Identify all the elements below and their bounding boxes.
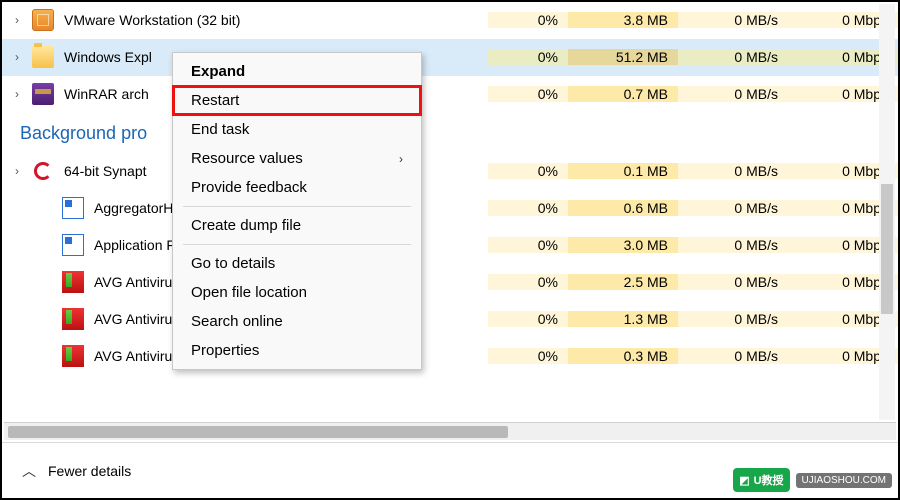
process-row[interactable]: ›Windows Expl0%51.2 MB0 MB/s0 Mbps — [2, 39, 898, 76]
horizontal-scroll-thumb[interactable] — [8, 426, 508, 438]
menu-item-create-dump-file[interactable]: Create dump file — [173, 211, 421, 240]
avg-icon — [62, 308, 84, 330]
mem-cell: 0.1 MB — [568, 163, 678, 179]
menu-item-expand[interactable]: Expand — [173, 57, 421, 86]
chevron-right-icon: › — [15, 50, 19, 64]
process-row[interactable]: AggregatorH0%0.6 MB0 MB/s0 Mbps — [2, 190, 898, 227]
disk-cell: 0 MB/s — [678, 311, 788, 327]
vmware-icon — [32, 9, 54, 31]
menu-item-label: End task — [191, 121, 249, 138]
chevron-right-icon: › — [15, 87, 19, 101]
menu-item-label: Create dump file — [191, 217, 301, 234]
disk-cell: 0 MB/s — [678, 86, 788, 102]
expand-toggle[interactable]: › — [2, 13, 32, 27]
disk-cell: 0 MB/s — [678, 12, 788, 28]
context-menu[interactable]: Expand Restart End task Resource values › Pro… — [172, 52, 422, 370]
shield-icon: ◩ — [739, 474, 749, 487]
menu-item-label: Go to details — [191, 255, 275, 272]
winapp-icon — [62, 197, 84, 219]
mem-cell: 1.3 MB — [568, 311, 678, 327]
mem-cell: 3.8 MB — [568, 12, 678, 28]
expand-toggle[interactable]: › — [2, 50, 32, 64]
expand-toggle[interactable]: › — [2, 87, 32, 101]
mem-cell: 0.3 MB — [568, 348, 678, 364]
cpu-cell: 0% — [488, 86, 568, 102]
menu-item-label: Open file location — [191, 284, 307, 301]
disk-cell: 0 MB/s — [678, 200, 788, 216]
task-manager-window: ›VMware Workstation (32 bit)0%3.8 MB0 MB… — [0, 0, 900, 500]
process-row[interactable]: ›WinRAR arch0%0.7 MB0 MB/s0 Mbps — [2, 76, 898, 113]
cpu-cell: 0% — [488, 311, 568, 327]
cpu-cell: 0% — [488, 274, 568, 290]
watermark-badge: ◩ U教授 — [733, 468, 789, 492]
vertical-scrollbar[interactable] — [879, 4, 895, 420]
section-header-background: Background pro — [2, 113, 898, 153]
chevron-right-icon: › — [15, 164, 19, 178]
menu-item-search-online[interactable]: Search online — [173, 307, 421, 336]
disk-cell: 0 MB/s — [678, 237, 788, 253]
menu-item-restart[interactable]: Restart — [173, 86, 421, 115]
menu-item-label: Resource values — [191, 150, 303, 167]
mem-cell: 3.0 MB — [568, 237, 678, 253]
vertical-scroll-thumb[interactable] — [881, 184, 893, 314]
menu-item-label: Properties — [191, 342, 259, 359]
disk-cell: 0 MB/s — [678, 348, 788, 364]
cpu-cell: 0% — [488, 12, 568, 28]
winapp-icon — [62, 234, 84, 256]
disk-cell: 0 MB/s — [678, 49, 788, 65]
fewer-details-link[interactable]: Fewer details — [48, 463, 131, 479]
disk-cell: 0 MB/s — [678, 274, 788, 290]
cpu-cell: 0% — [488, 348, 568, 364]
menu-item-label: Expand — [191, 63, 245, 80]
mem-cell: 0.6 MB — [568, 200, 678, 216]
menu-separator — [183, 206, 411, 207]
menu-item-properties[interactable]: Properties — [173, 336, 421, 365]
menu-item-open-file-location[interactable]: Open file location — [173, 278, 421, 307]
menu-item-resource-values[interactable]: Resource values › — [173, 144, 421, 173]
cpu-cell: 0% — [488, 237, 568, 253]
chevron-right-icon: › — [15, 13, 19, 27]
menu-separator — [183, 244, 411, 245]
mem-cell: 51.2 MB — [568, 49, 678, 65]
process-row[interactable]: AVG Antivirus0%1.3 MB0 MB/s0 Mbps — [2, 301, 898, 338]
expand-toggle[interactable]: › — [2, 164, 32, 178]
background-process-list: ›64-bit Synapt0%0.1 MB0 MB/s0 MbpsAggreg… — [2, 153, 898, 375]
cpu-cell: 0% — [488, 163, 568, 179]
watermark-url: UJIAOSHOU.COM — [796, 473, 892, 488]
menu-item-end-task[interactable]: End task — [173, 115, 421, 144]
mem-cell: 0.7 MB — [568, 86, 678, 102]
folder-icon — [32, 46, 54, 68]
cpu-cell: 0% — [488, 200, 568, 216]
avg-icon — [62, 345, 84, 367]
menu-item-provide-feedback[interactable]: Provide feedback — [173, 173, 421, 202]
horizontal-scrollbar[interactable] — [4, 422, 896, 440]
menu-item-label: Search online — [191, 313, 283, 330]
winrar-icon — [32, 83, 54, 105]
process-row[interactable]: Application F0%3.0 MB0 MB/s0 Mbps — [2, 227, 898, 264]
process-row[interactable]: ›64-bit Synapt0%0.1 MB0 MB/s0 Mbps — [2, 153, 898, 190]
avg-icon — [62, 271, 84, 293]
menu-item-label: Restart — [191, 92, 239, 109]
menu-item-label: Provide feedback — [191, 179, 307, 196]
watermark: ◩ U教授 UJIAOSHOU.COM — [733, 468, 892, 492]
chevron-right-icon: › — [399, 152, 403, 166]
disk-cell: 0 MB/s — [678, 163, 788, 179]
process-row[interactable]: AVG Antivirus0%2.5 MB0 MB/s0 Mbps — [2, 264, 898, 301]
process-row[interactable]: AVG Antivirus0%0.3 MB0 MB/s0 Mbps — [2, 338, 898, 375]
chevron-up-icon[interactable]: ︿ — [22, 461, 36, 481]
section-header-label: Background pro — [20, 123, 147, 144]
process-name: VMware Workstation (32 bit) — [62, 12, 488, 28]
process-row[interactable]: › VMware Workstation (32 bit)0%3.8 MB0 MB… — [2, 2, 898, 39]
cpu-cell: 0% — [488, 49, 568, 65]
syn-icon — [32, 160, 54, 182]
process-list: ›VMware Workstation (32 bit)0%3.8 MB0 MB… — [2, 2, 898, 113]
menu-item-go-to-details[interactable]: Go to details — [173, 249, 421, 278]
mem-cell: 2.5 MB — [568, 274, 678, 290]
